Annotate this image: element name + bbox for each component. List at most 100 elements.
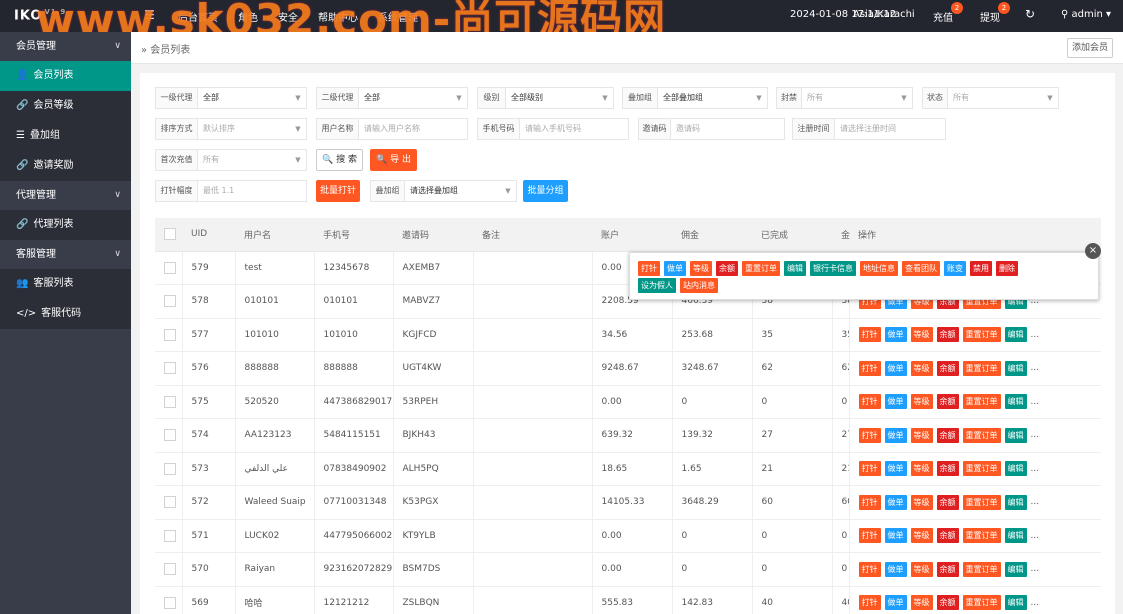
- op-button[interactable]: 做单: [884, 327, 907, 343]
- sidebar-item-stack-group[interactable]: ☰ 叠加组: [0, 121, 131, 151]
- nav-home[interactable]: 后台首页: [178, 9, 218, 24]
- row-checkbox[interactable]: [155, 552, 183, 587]
- op-button[interactable]: 余额: [936, 360, 959, 376]
- more-ops[interactable]: ...: [1031, 397, 1040, 407]
- op-button[interactable]: 做单: [884, 528, 907, 544]
- sidebar-group-member[interactable]: 会员管理 ∨: [0, 32, 131, 61]
- status-select[interactable]: 状态 所有 ▼: [922, 87, 1059, 109]
- op-button[interactable]: 打针: [858, 427, 881, 443]
- op-button[interactable]: 重置订单: [962, 427, 1001, 443]
- popup-op-button[interactable]: 打针: [638, 261, 660, 276]
- op-button[interactable]: 做单: [884, 494, 907, 510]
- user-menu[interactable]: ⚲ admin ▾: [1061, 9, 1111, 20]
- row-checkbox[interactable]: [155, 485, 183, 520]
- op-button[interactable]: 等级: [910, 494, 933, 510]
- op-button[interactable]: 编辑: [1004, 327, 1027, 343]
- op-button[interactable]: 编辑: [1004, 528, 1027, 544]
- op-button[interactable]: 打针: [858, 528, 881, 544]
- popup-op-button[interactable]: 余额: [716, 261, 738, 276]
- add-member-button[interactable]: 添加会员: [1067, 38, 1113, 58]
- sidebar-item-invite-reward[interactable]: 🔗 邀请奖励: [0, 151, 131, 181]
- popup-op-button[interactable]: 重置订单: [742, 261, 780, 276]
- sidebar-item-service-code[interactable]: </> 客服代码: [0, 299, 131, 329]
- level-select[interactable]: 级别 全部级别 ▼: [477, 87, 614, 109]
- op-button[interactable]: 等级: [910, 427, 933, 443]
- more-ops[interactable]: ...: [1031, 363, 1040, 373]
- sidebar-item-member-level[interactable]: 🔗 会员等级: [0, 91, 131, 121]
- register-time-input[interactable]: 注册时间 请选择注册时间: [792, 118, 946, 140]
- stack-select[interactable]: 叠加组 全部叠加组 ▼: [622, 87, 768, 109]
- popup-op-button[interactable]: 银行卡信息: [810, 261, 856, 276]
- agent1-select[interactable]: 一级代理 全部 ▼: [155, 87, 307, 109]
- popup-op-button[interactable]: 查看团队: [902, 261, 940, 276]
- punch-range-input[interactable]: 打针幅度 最低 1.1: [155, 180, 307, 202]
- select-all-checkbox[interactable]: [155, 218, 182, 252]
- nav-security[interactable]: 安全: [278, 9, 298, 24]
- op-button[interactable]: 重置订单: [962, 494, 1001, 510]
- withdraw-link[interactable]: 提现 2: [980, 2, 1010, 24]
- more-ops[interactable]: ...: [1031, 598, 1040, 608]
- row-checkbox[interactable]: [155, 519, 183, 553]
- row-checkbox[interactable]: [155, 385, 183, 419]
- row-checkbox[interactable]: [155, 418, 183, 453]
- more-ops[interactable]: ...: [1031, 330, 1040, 340]
- op-button[interactable]: 等级: [910, 595, 933, 611]
- op-button[interactable]: 做单: [884, 461, 907, 477]
- op-button[interactable]: 重置订单: [962, 528, 1001, 544]
- op-button[interactable]: 编辑: [1004, 360, 1027, 376]
- row-checkbox[interactable]: [155, 284, 183, 319]
- more-ops[interactable]: ...: [1031, 430, 1040, 440]
- menu-toggle-icon[interactable]: ☰: [144, 8, 155, 22]
- op-button[interactable]: 编辑: [1004, 595, 1027, 611]
- nav-role[interactable]: 角色: [238, 9, 258, 24]
- sort-select[interactable]: 排序方式 默认排序 ▼: [155, 118, 307, 140]
- export-button[interactable]: 🔍 导 出: [370, 149, 417, 171]
- op-button[interactable]: 余额: [936, 461, 959, 477]
- close-icon[interactable]: ×: [1085, 243, 1101, 259]
- op-button[interactable]: 做单: [884, 595, 907, 611]
- op-button[interactable]: 余额: [936, 427, 959, 443]
- row-checkbox[interactable]: [155, 586, 183, 614]
- batch-group-button[interactable]: 批量分组: [523, 180, 568, 202]
- op-button[interactable]: 打针: [858, 360, 881, 376]
- op-button[interactable]: 余额: [936, 327, 959, 343]
- op-button[interactable]: 打针: [858, 461, 881, 477]
- op-button[interactable]: 重置订单: [962, 595, 1001, 611]
- nav-system[interactable]: 系统管理: [378, 9, 418, 24]
- op-button[interactable]: 重置订单: [962, 394, 1001, 410]
- op-button[interactable]: 做单: [884, 360, 907, 376]
- op-button[interactable]: 余额: [936, 528, 959, 544]
- search-button[interactable]: 🔍 搜 索: [316, 149, 363, 171]
- op-button[interactable]: 等级: [910, 394, 933, 410]
- row-checkbox[interactable]: [155, 251, 183, 285]
- op-button[interactable]: 编辑: [1004, 494, 1027, 510]
- op-button[interactable]: 余额: [936, 595, 959, 611]
- op-button[interactable]: 等级: [910, 561, 933, 577]
- row-checkbox[interactable]: [155, 318, 183, 352]
- op-button[interactable]: 编辑: [1004, 561, 1027, 577]
- popup-op-button[interactable]: 账变: [944, 261, 966, 276]
- username-input[interactable]: 用户名称 请输入用户名称: [316, 118, 468, 140]
- op-button[interactable]: 做单: [884, 561, 907, 577]
- sidebar-group-service[interactable]: 客服管理 ∨: [0, 240, 131, 269]
- nav-help[interactable]: 帮助中心: [318, 9, 358, 24]
- refresh-icon[interactable]: ↻: [1025, 7, 1035, 21]
- op-button[interactable]: 打针: [858, 394, 881, 410]
- op-button[interactable]: 做单: [884, 394, 907, 410]
- op-button[interactable]: 编辑: [1004, 427, 1027, 443]
- popup-op-button[interactable]: 等级: [690, 261, 712, 276]
- op-button[interactable]: 等级: [910, 528, 933, 544]
- more-ops[interactable]: ...: [1031, 464, 1040, 474]
- op-button[interactable]: 重置订单: [962, 360, 1001, 376]
- recharge-link[interactable]: 充值 2: [933, 2, 963, 24]
- op-button[interactable]: 余额: [936, 494, 959, 510]
- ban-select[interactable]: 封禁 所有 ▼: [776, 87, 913, 109]
- phone-input[interactable]: 手机号码 请输入手机号码: [477, 118, 629, 140]
- op-button[interactable]: 重置订单: [962, 461, 1001, 477]
- op-button[interactable]: 编辑: [1004, 394, 1027, 410]
- op-button[interactable]: 重置订单: [962, 561, 1001, 577]
- invite-code-input[interactable]: 邀请码 邀请码: [638, 118, 785, 140]
- agent2-select[interactable]: 二级代理 全部 ▼: [316, 87, 468, 109]
- op-button[interactable]: 等级: [910, 360, 933, 376]
- op-button[interactable]: 等级: [910, 461, 933, 477]
